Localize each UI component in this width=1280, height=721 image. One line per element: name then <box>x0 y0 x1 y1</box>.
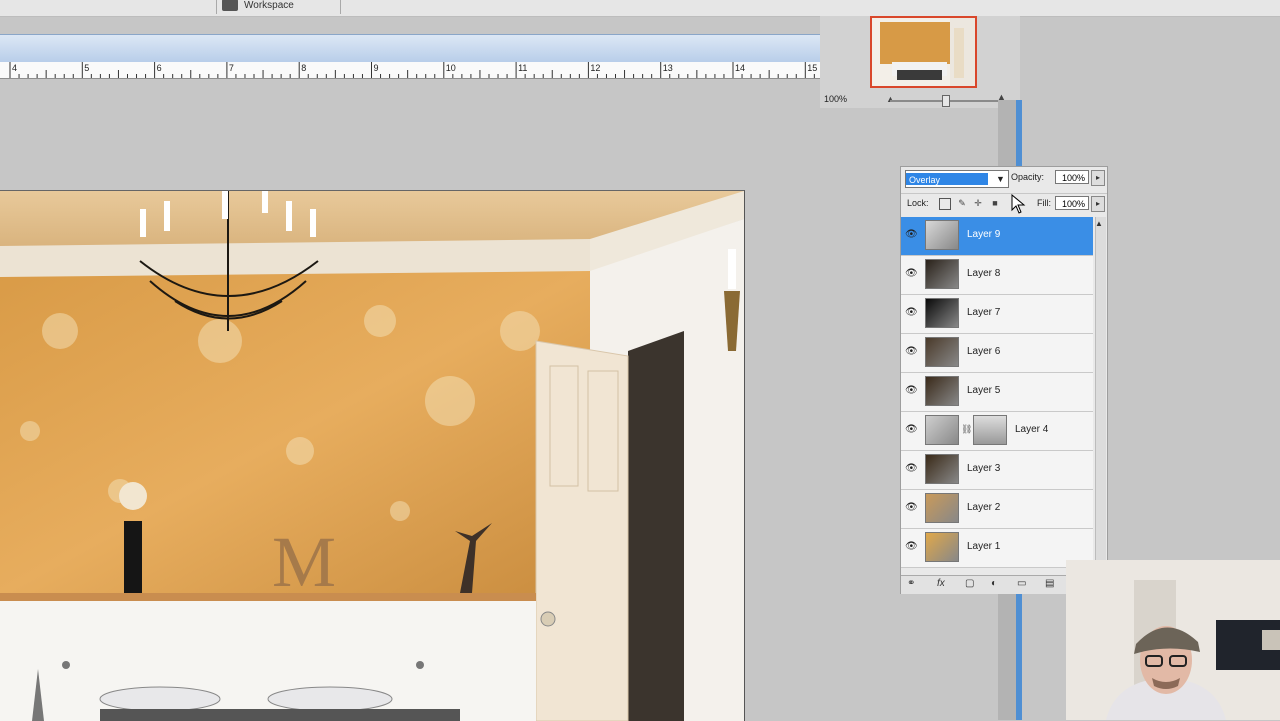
layer-row[interactable]: 👁 Layer 7 <box>901 295 1093 334</box>
layer-row[interactable]: 👁 Layer 3 <box>901 451 1093 490</box>
mask-link-icon[interactable]: ⛓ <box>961 424 972 435</box>
ruler-number: 13 <box>662 63 673 73</box>
layer-row[interactable]: 👁 Layer 8 <box>901 256 1093 295</box>
layer-thumbnail[interactable] <box>925 298 959 328</box>
ruler-number: 4 <box>12 63 18 73</box>
scroll-up-icon[interactable]: ▲ <box>1095 219 1103 228</box>
layer-name: Layer 4 <box>1015 424 1049 435</box>
lock-all-icon[interactable]: ■ <box>990 198 1000 208</box>
zoom-out-icon[interactable]: ▲ <box>886 94 895 104</box>
visibility-eye-icon[interactable]: 👁 <box>905 307 919 319</box>
layer-name: Layer 1 <box>967 541 1001 552</box>
ruler-number: 15 <box>807 63 818 73</box>
mouse-cursor-icon <box>1011 194 1026 214</box>
ruler-number: 6 <box>156 63 162 73</box>
lock-label: Lock: <box>907 198 929 208</box>
layer-name: Layer 7 <box>967 307 1001 318</box>
layer-style-icon[interactable]: fx <box>937 578 945 589</box>
visibility-eye-icon[interactable]: 👁 <box>905 502 919 514</box>
add-mask-icon[interactable]: ▢ <box>965 578 974 589</box>
lock-move-icon[interactable]: ✛ <box>973 198 983 208</box>
layer-thumbnail[interactable] <box>925 220 959 250</box>
ruler-number: 10 <box>445 63 456 73</box>
navigator-zoom-level[interactable]: 100% <box>824 94 847 104</box>
layer-name: Layer 5 <box>967 385 1001 396</box>
presenter-video <box>1066 560 1280 720</box>
layers-panel: Overlay ▼ Opacity: 100% ▸ Lock: ✎ ✛ ■ Fi… <box>900 166 1108 594</box>
bar-separator <box>340 0 341 14</box>
visibility-eye-icon[interactable]: 👁 <box>905 229 919 241</box>
layer-thumbnail[interactable] <box>925 376 959 406</box>
workspace-icon <box>222 0 238 11</box>
layer-list: 👁 Layer 9 👁 Layer 8 👁 Layer 7 👁 Layer 6 👁 Layer 5… <box>901 217 1093 581</box>
layer-row[interactable]: 👁 Layer 9 <box>901 217 1093 256</box>
bar-separator <box>216 0 217 14</box>
layer-name: Layer 6 <box>967 346 1001 357</box>
navigator-panel: 100% ▲ ▲ <box>820 16 1020 108</box>
lock-row: Lock: ✎ ✛ ■ Fill: 100% ▸ <box>901 193 1107 214</box>
layer-name: Layer 2 <box>967 502 1001 513</box>
opacity-slider-arrow[interactable]: ▸ <box>1091 170 1105 186</box>
new-group-icon[interactable]: ▭ <box>1017 578 1026 589</box>
lock-paint-icon[interactable]: ✎ <box>957 198 967 208</box>
horizontal-ruler: 4 5 6 7 8 9 10 11 12 13 14 15 <box>0 62 820 79</box>
layers-scrollbar[interactable] <box>1095 217 1106 577</box>
navigator-thumbnail[interactable] <box>870 16 977 88</box>
ruler-number: 8 <box>301 63 307 73</box>
adjustment-layer-icon[interactable]: ◐ <box>991 578 997 589</box>
layer-row[interactable]: 👁 Layer 6 <box>901 334 1093 373</box>
layer-thumbnail[interactable] <box>925 415 959 445</box>
svg-text:M: M <box>272 522 336 602</box>
visibility-eye-icon[interactable]: 👁 <box>905 268 919 280</box>
webcam-overlay <box>1066 560 1280 720</box>
document-title-bar[interactable] <box>0 34 820 63</box>
ruler-ticks <box>9 62 815 78</box>
blend-mode-select[interactable]: Overlay ▼ <box>905 170 1009 188</box>
layer-row[interactable]: 👁 ⛓ Layer 4 <box>901 412 1093 451</box>
fill-slider-arrow[interactable]: ▸ <box>1091 196 1105 212</box>
ruler-number: 12 <box>590 63 601 73</box>
layer-thumbnail[interactable] <box>925 337 959 367</box>
bedroom-image: M <box>0 191 744 721</box>
layer-name: Layer 3 <box>967 463 1001 474</box>
blend-mode-value: Overlay <box>906 173 988 185</box>
layer-thumbnail[interactable] <box>925 259 959 289</box>
fill-label: Fill: <box>1037 198 1051 208</box>
layer-name: Layer 8 <box>967 268 1001 279</box>
layer-thumbnail[interactable] <box>925 532 959 562</box>
visibility-eye-icon[interactable]: 👁 <box>905 541 919 553</box>
workspace-label: Workspace <box>244 0 294 11</box>
document-canvas[interactable]: M <box>0 190 745 721</box>
opacity-label: Opacity: <box>1011 172 1045 182</box>
chevron-down-icon: ▼ <box>996 174 1005 184</box>
fill-input[interactable]: 100% <box>1055 196 1089 210</box>
layer-row[interactable]: 👁 Layer 5 <box>901 373 1093 412</box>
application-bar: Workspace <box>0 0 1280 17</box>
layer-mask-thumbnail[interactable] <box>973 415 1007 445</box>
zoom-slider-handle[interactable] <box>942 95 950 107</box>
visibility-eye-icon[interactable]: 👁 <box>905 346 919 358</box>
layer-thumbnail[interactable] <box>925 454 959 484</box>
layer-row[interactable]: 👁 Layer 1 <box>901 529 1093 568</box>
layer-name: Layer 9 <box>967 229 1001 240</box>
visibility-eye-icon[interactable]: 👁 <box>905 424 919 436</box>
new-layer-icon[interactable]: ▤ <box>1045 578 1054 589</box>
ruler-number: 5 <box>84 63 90 73</box>
visibility-eye-icon[interactable]: 👁 <box>905 463 919 475</box>
ruler-number: 7 <box>228 63 234 73</box>
ruler-number: 9 <box>373 63 379 73</box>
opacity-input[interactable]: 100% <box>1055 170 1089 184</box>
lock-transparency-icon[interactable] <box>939 198 951 210</box>
workspace-button[interactable]: Workspace <box>222 0 294 13</box>
layer-thumbnail[interactable] <box>925 493 959 523</box>
navigator-preview <box>872 18 975 86</box>
link-layers-icon[interactable]: ⚭ <box>907 578 915 589</box>
ruler-number: 14 <box>735 63 746 73</box>
layer-row[interactable]: 👁 Layer 2 <box>901 490 1093 529</box>
visibility-eye-icon[interactable]: 👁 <box>905 385 919 397</box>
ruler-number: 11 <box>518 63 528 73</box>
